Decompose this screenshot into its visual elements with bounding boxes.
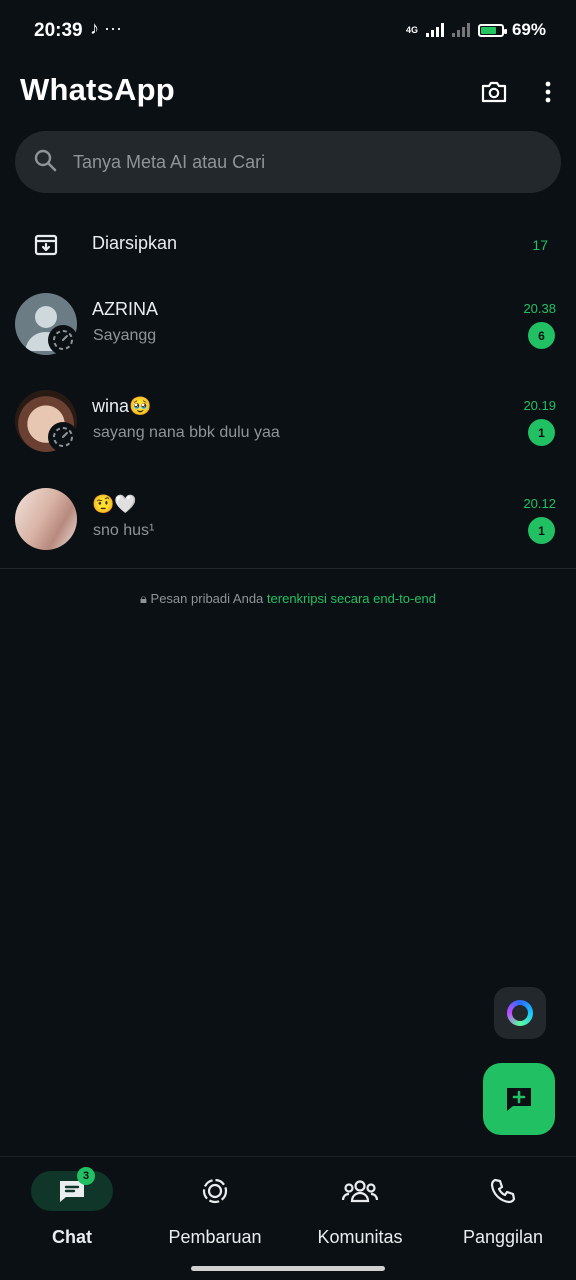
encryption-link[interactable]: terenkripsi secara end-to-end: [267, 591, 436, 606]
encryption-notice: 🔒︎ Pesan pribadi Anda terenkripsi secara…: [0, 591, 576, 607]
notification-icons: ♪ ···: [90, 18, 122, 39]
unread-badge: 6: [528, 322, 555, 349]
chat-time: 20.38: [523, 301, 556, 316]
divider: [0, 568, 576, 569]
chat-last-message: sno hus¹: [93, 522, 155, 539]
nav-label: Komunitas: [317, 1227, 403, 1247]
chat-badge: 3: [77, 1167, 95, 1185]
phone-icon: [462, 1171, 544, 1211]
unread-badge: 1: [528, 419, 555, 446]
camera-icon[interactable]: [479, 78, 509, 106]
chat-item[interactable]: wina🥹 sayang nana bbk dulu yaa 20.19 1: [0, 390, 576, 488]
nav-item-chat[interactable]: 3 Chat: [0, 1167, 144, 1248]
search-icon: [33, 148, 57, 177]
new-chat-icon: [507, 1088, 531, 1111]
status-right: 4G 69%: [406, 20, 546, 40]
nav-label: Chat: [52, 1227, 92, 1247]
encryption-text: Pesan pribadi Anda: [150, 591, 264, 606]
updates-icon: [174, 1171, 256, 1211]
lock-icon: 🔒︎: [139, 591, 147, 606]
status-time: 20:39: [34, 20, 83, 41]
meta-ai-icon: [507, 1000, 533, 1026]
chat-time: 20.19: [523, 398, 556, 413]
chat-name: AZRINA: [92, 299, 159, 319]
search-input[interactable]: [71, 150, 515, 174]
new-chat-button[interactable]: [483, 1063, 555, 1135]
battery-percent: 69%: [511, 20, 546, 39]
chat-time: 20.12: [523, 496, 556, 511]
signal-icon: [425, 23, 444, 37]
tiktok-icon: ♪: [90, 18, 99, 38]
network-type: 4G: [405, 25, 418, 35]
more-options-icon[interactable]: [533, 78, 563, 106]
search-bar[interactable]: [15, 131, 561, 193]
more-notifications-icon: ···: [104, 18, 122, 38]
chat-item[interactable]: 🤨🤍 sno hus¹ 20.12 1: [0, 488, 576, 586]
archived-label: Diarsipkan: [92, 233, 178, 253]
bottom-nav: 3 Chat Pembaruan Komunitas Panggilan: [0, 1157, 576, 1280]
status-update-icon: [48, 422, 78, 452]
archived-row[interactable]: Diarsipkan 17: [0, 215, 576, 275]
avatar: [15, 488, 77, 550]
archive-icon: [34, 233, 58, 262]
nav-label: Pembaruan: [168, 1227, 262, 1247]
chat-last-message: sayang nana bbk dulu yaa: [93, 424, 280, 441]
app-title: WhatsApp: [20, 72, 175, 107]
archived-count: 17: [532, 237, 548, 253]
nav-item-calls[interactable]: Panggilan: [431, 1171, 575, 1248]
chat-name: wina🥹: [92, 396, 152, 416]
nav-item-updates[interactable]: Pembaruan: [143, 1171, 287, 1248]
home-indicator[interactable]: [191, 1266, 385, 1271]
chat-icon: 3: [31, 1167, 113, 1211]
nav-label: Panggilan: [462, 1227, 544, 1247]
signal-2-icon: [451, 23, 470, 37]
nav-item-communities[interactable]: Komunitas: [288, 1171, 432, 1248]
battery-icon: [477, 23, 507, 37]
communities-icon: [319, 1171, 401, 1211]
status-update-icon: [48, 325, 78, 355]
chat-name: 🤨🤍: [92, 494, 137, 514]
meta-ai-button[interactable]: [494, 987, 546, 1039]
unread-badge: 1: [528, 517, 555, 544]
chat-last-message: Sayangg: [93, 327, 157, 344]
chat-item[interactable]: AZRINA Sayangg 20.38 6: [0, 293, 576, 391]
